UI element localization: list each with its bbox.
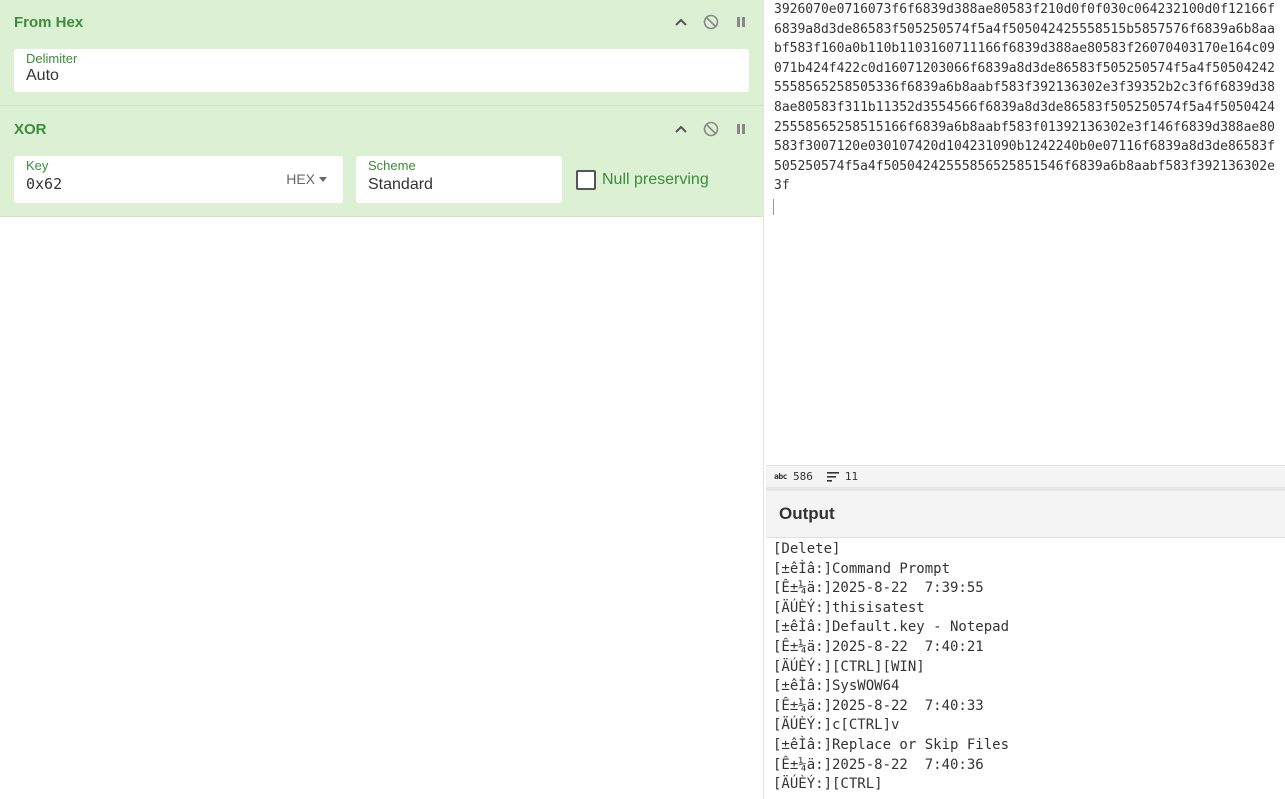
- operation-controls: [673, 121, 749, 137]
- input-text[interactable]: 3926070e0716073f6f6839d388ae80583f210d0f…: [766, 0, 1285, 196]
- delimiter-field[interactable]: Delimiter Auto: [14, 49, 749, 92]
- line-count: 11: [826, 470, 859, 483]
- xor-args: Key 0x62 HEX Scheme Standard Null preser…: [14, 156, 749, 203]
- output-line: [ÄÚÈÝ:]thisisatest: [773, 599, 925, 616]
- disable-icon[interactable]: [703, 121, 719, 137]
- output-line: [Delete]: [773, 541, 841, 557]
- scheme-value[interactable]: Standard: [368, 173, 550, 194]
- text-cursor: [773, 198, 774, 215]
- operation-header: XOR: [14, 106, 749, 152]
- caret-down-icon: [319, 176, 327, 182]
- operation-controls: [673, 14, 749, 30]
- line-count-value: 11: [844, 470, 859, 483]
- operation-header: From Hex: [14, 0, 749, 44]
- char-count: abc 586: [774, 470, 813, 483]
- null-preserving-label: Null preserving: [602, 170, 709, 188]
- abc-icon: abc: [774, 472, 787, 481]
- output-pane[interactable]: [Delete] [±êÌâ:]Command Prompt [Ê±¼ä:]2025…: [766, 538, 1285, 799]
- disable-icon[interactable]: [703, 14, 719, 30]
- operation-xor[interactable]: XOR Key 0x62 HEX Scheme Standard Null pr…: [0, 106, 763, 217]
- key-field[interactable]: Key 0x62 HEX: [14, 156, 343, 203]
- delimiter-value[interactable]: Auto: [26, 66, 737, 85]
- pause-icon[interactable]: [733, 121, 749, 137]
- output-line: [Ê±¼ä:]2025-8-22 7:40:21: [773, 638, 984, 655]
- chevron-up-icon[interactable]: [673, 14, 689, 30]
- operation-title: From Hex: [14, 13, 84, 31]
- delimiter-label: Delimiter: [26, 51, 78, 66]
- key-type-label: HEX: [286, 171, 315, 187]
- lines-icon: [826, 471, 839, 482]
- input-status-bar: abc 586 11: [766, 465, 1285, 487]
- output-line: [±êÌâ:]Default.key - Notepad: [773, 619, 1010, 636]
- scheme-field[interactable]: Scheme Standard: [356, 156, 562, 203]
- output-header: Output: [766, 491, 1285, 538]
- null-preserving-checkbox[interactable]: [576, 169, 596, 190]
- char-count-value: 586: [792, 470, 813, 483]
- operation-title: XOR: [14, 120, 47, 138]
- null-preserving-option[interactable]: Null preserving: [576, 169, 709, 190]
- output-line: [±êÌâ:]Replace or Skip Files: [773, 736, 1010, 753]
- output-line: [Ê±¼ä:]2025-8-22 7:40:36: [773, 756, 984, 773]
- output-line: [ÄÚÈÝ:][CTRL][WIN]: [773, 658, 925, 675]
- output-line: [Ê±¼ä:]2025-8-22 7:40:33: [773, 697, 984, 714]
- chevron-up-icon[interactable]: [673, 121, 689, 137]
- operation-from-hex[interactable]: From Hex Delimiter Auto: [0, 0, 763, 106]
- pause-icon[interactable]: [733, 14, 749, 30]
- output-line: [ÄÚÈÝ:][CTRL]: [773, 776, 883, 793]
- output-line: [±êÌâ:]Command Prompt: [773, 560, 951, 577]
- output-lines: [Delete] [±êÌâ:]Command Prompt [Ê±¼ä:]2025…: [766, 538, 1285, 795]
- output-title: Output: [779, 504, 835, 523]
- scheme-label: Scheme: [368, 158, 416, 173]
- output-line: [ÄÚÈÝ:]c[CTRL]v: [773, 717, 900, 734]
- key-type-dropdown[interactable]: HEX: [286, 171, 327, 187]
- recipe-pane: From Hex Delimiter Auto XOR Key 0x62 HEX…: [0, 0, 764, 799]
- input-pane[interactable]: 3926070e0716073f6f6839d388ae80583f210d0f…: [766, 0, 1285, 465]
- output-line: [Ê±¼ä:]2025-8-22 7:39:55: [773, 580, 984, 597]
- output-line: [±êÌâ:]SysWOW64: [773, 678, 900, 695]
